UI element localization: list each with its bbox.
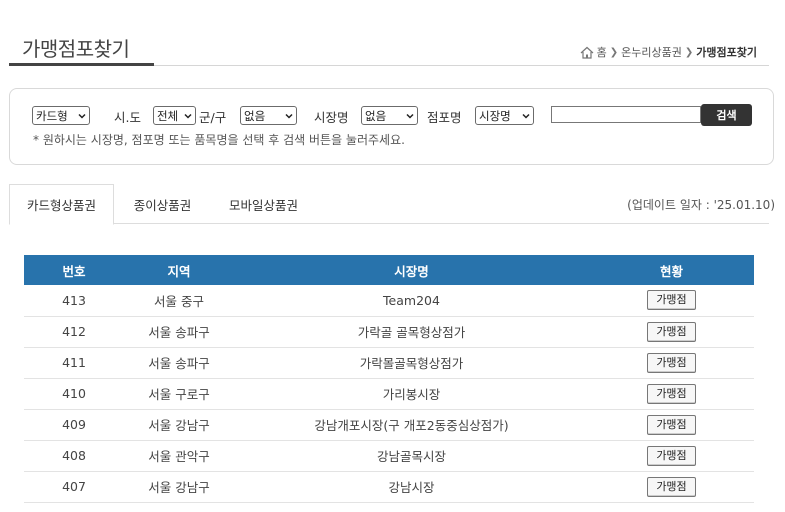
table-row: 411 서울 송파구 가락몰골목형상점가 가맹점 [24,347,754,378]
row-region: 서울 관악구 [148,449,210,464]
tab-paper-voucher[interactable]: 종이상품권 [114,184,211,225]
row-number: 413 [62,292,86,308]
market-select[interactable]: 없음 [361,106,418,125]
sido-value: 전체 [157,108,179,123]
table-row: 413 서울 중구 Team204 가맹점 [24,285,754,316]
row-region: 서울 중구 [154,293,204,309]
row-region: 서울 강남구 [148,418,210,433]
update-date: (업데이트 일자 : '25.01.10) [627,198,775,212]
search-button[interactable]: 검색 [701,104,752,126]
store-type-select[interactable]: 시장명 [475,106,534,125]
row-market: 가리봉시장 [382,387,441,402]
chevron-down-icon [285,113,293,119]
table-header-row: 번호 지역 시장명 현황 [24,255,754,285]
sido-select[interactable]: 전체 [153,106,196,125]
merchant-button[interactable]: 가맹점 [647,414,696,435]
chevron-down-icon [184,113,192,119]
breadcrumb: 홈 ❯ 온누리상품권 ❯ 가맹점포찾기 [580,44,757,60]
row-market: 강남시장 [388,480,435,495]
store-type-value: 시장명 [479,108,511,123]
market-value: 없음 [365,108,387,123]
chevron-right-icon: ❯ [684,46,694,58]
row-market: Team204 [383,292,440,308]
search-help-text: * 원하시는 시장명, 점포명 또는 품목명을 선택 후 검색 버튼을 눌러주세… [33,133,405,147]
title-underline [9,63,154,66]
chevron-right-icon: ❯ [609,46,619,58]
merchant-button[interactable]: 가맹점 [647,352,696,373]
store-table: 번호 지역 시장명 현황 413 서울 중구 Team204 가맹점 412 서… [24,255,754,503]
header-number: 번호 [62,263,86,279]
table-row: 410 서울 구로구 가리봉시장 가맹점 [24,378,754,409]
sido-label: 시.도 [114,110,141,125]
merchant-button[interactable]: 가맹점 [647,290,696,311]
merchant-button[interactable]: 가맹점 [647,476,696,497]
card-type-value: 카드형 [36,108,68,123]
breadcrumb-onnuri[interactable]: 온누리상품권 [621,44,682,60]
breadcrumb-home[interactable]: 홈 [597,44,607,60]
row-number: 407 [62,479,86,494]
gungu-value: 없음 [244,108,266,123]
row-market: 가락몰골목형상점가 [359,356,464,371]
chevron-down-icon [78,113,86,119]
row-number: 408 [62,448,86,463]
home-icon[interactable] [580,46,594,59]
table-row: 408 서울 관악구 강남골목시장 가맹점 [24,440,754,471]
search-panel: 카드형 시.도 전체 군/구 없음 시장명 없음 점포명 시장명 검색 * 원하… [9,88,774,165]
row-region: 서울 송파구 [148,356,210,371]
table-row: 409 서울 강남구 강남개포시장(구 개포2동중심상점가) 가맹점 [24,409,754,440]
row-number: 411 [62,355,86,370]
gungu-label: 군/구 [199,110,227,125]
card-type-select[interactable]: 카드형 [32,106,90,125]
row-number: 410 [62,386,86,401]
row-market: 가락골 골목형상점가 [357,325,466,340]
row-region: 서울 강남구 [148,480,210,495]
merchant-button[interactable]: 가맹점 [647,445,696,466]
merchant-button[interactable]: 가맹점 [647,321,696,342]
row-number: 409 [62,417,86,432]
tab-card-voucher[interactable]: 카드형상품권 [9,184,114,225]
header-status: 현황 [659,263,683,279]
search-input[interactable] [551,106,701,123]
merchant-button[interactable]: 가맹점 [647,383,696,404]
header-market: 시장명 [394,263,429,279]
table-row: 412 서울 송파구 가락골 골목형상점가 가맹점 [24,316,754,347]
store-label: 점포명 [427,110,462,125]
row-market: 강남개포시장(구 개포2동중심상점가) [314,418,509,433]
row-region: 서울 송파구 [148,325,210,340]
chevron-down-icon [406,113,414,119]
market-label: 시장명 [314,110,349,125]
breadcrumb-current: 가맹점포찾기 [696,46,757,59]
title-row: 가맹점포찾기 홈 ❯ 온누리상품권 ❯ 가맹점포찾기 [9,0,769,66]
row-region: 서울 구로구 [148,387,210,402]
row-market: 강남골목시장 [376,449,446,464]
gungu-select[interactable]: 없음 [240,106,297,125]
page-title: 가맹점포찾기 [22,37,130,61]
row-number: 412 [62,324,86,339]
tab-mobile-voucher[interactable]: 모바일상품권 [211,184,316,225]
header-region: 지역 [167,263,191,279]
chevron-down-icon [522,113,530,119]
table-row: 407 서울 강남구 강남시장 가맹점 [24,471,754,502]
